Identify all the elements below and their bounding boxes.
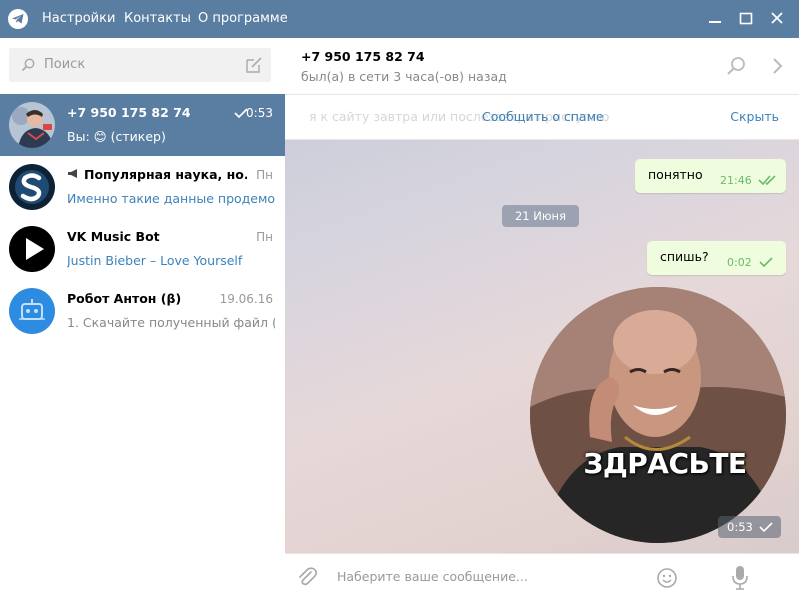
chat-time: Пн xyxy=(256,168,273,182)
chat-preview: Именно такие данные продемо... xyxy=(67,191,275,206)
sidebar: Поиск +7 950 175 82 74 0:53 Вы: 😊 (стике… xyxy=(0,38,286,601)
sticker-time-badge: 0:53 xyxy=(718,516,781,538)
smile-emoji-icon: 😊 xyxy=(93,129,107,144)
message-time: 0:02 xyxy=(727,256,752,269)
chat-name: VK Music Bot xyxy=(67,229,160,244)
report-spam-link[interactable]: Сообщить о спаме xyxy=(482,109,604,124)
message-text: понятно xyxy=(648,167,703,182)
chat-name: Популярная наука, но... xyxy=(67,167,247,182)
chat-item[interactable]: VK Music Bot Пн Justin Bieber – Love You… xyxy=(0,218,285,280)
sticker-image[interactable]: ЗДРАСЬТЕ xyxy=(530,287,786,543)
avatar xyxy=(9,226,55,272)
microphone-icon[interactable] xyxy=(732,565,748,591)
menu-settings[interactable]: Настройки xyxy=(42,11,115,26)
double-check-icon xyxy=(758,175,776,185)
avatar xyxy=(9,102,55,148)
check-icon xyxy=(759,522,773,532)
message-time: 0:53 xyxy=(727,520,753,534)
chat-preview: 1. Скачайте полученный файл (... xyxy=(67,315,275,330)
chat-item[interactable]: Популярная наука, но... Пн Именно такие … xyxy=(0,156,285,218)
spam-bar: я к сайту завтра или послезавтра приступ… xyxy=(285,95,799,140)
chat-time: 19.06.16 xyxy=(219,292,273,306)
chat-item[interactable]: Робот Антон (β) 19.06.16 1. Скачайте пол… xyxy=(0,280,285,342)
check-icon xyxy=(759,257,773,267)
attach-icon[interactable] xyxy=(296,566,318,588)
chat-item[interactable]: +7 950 175 82 74 0:53 Вы: 😊 (стикер) xyxy=(0,94,285,156)
compose-icon[interactable] xyxy=(245,56,263,74)
minimize-button[interactable] xyxy=(705,9,725,29)
message-bubble[interactable]: спишь? 0:02 xyxy=(647,241,786,275)
search-icon xyxy=(21,58,35,72)
menu-about[interactable]: О программе xyxy=(198,11,288,26)
search-field[interactable]: Поиск xyxy=(9,48,271,82)
sticker-caption: ЗДРАСЬТЕ xyxy=(583,447,747,480)
megaphone-icon xyxy=(67,167,84,182)
title-bar: Настройки Контакты О программе xyxy=(0,0,799,38)
chat-preview: Вы: 😊 (стикер) xyxy=(67,129,166,144)
emoji-icon[interactable] xyxy=(656,567,678,589)
maximize-button[interactable] xyxy=(736,9,756,29)
hide-link[interactable]: Скрыть xyxy=(730,109,779,124)
chat-name: +7 950 175 82 74 xyxy=(67,105,191,120)
message-input[interactable]: Наберите ваше сообщение... xyxy=(337,569,528,584)
chat-time: Пн xyxy=(256,230,273,244)
chat-preview: Justin Bieber – Love Yourself xyxy=(67,253,243,268)
close-button[interactable] xyxy=(767,9,787,29)
peer-name[interactable]: +7 950 175 82 74 xyxy=(301,49,425,64)
date-separator: 21 Июня xyxy=(502,205,579,227)
message-bubble[interactable]: понятно 21:46 xyxy=(635,159,786,193)
avatar xyxy=(9,164,55,210)
message-composer: Наберите ваше сообщение... xyxy=(285,553,799,602)
chat-header: +7 950 175 82 74 был(а) в сети 3 часа(-о… xyxy=(285,38,799,95)
peer-status: был(а) в сети 3 часа(-ов) назад xyxy=(301,69,507,84)
telegram-logo-icon xyxy=(8,9,28,29)
menu-contacts[interactable]: Контакты xyxy=(124,11,191,26)
chat-time: 0:53 xyxy=(246,106,273,120)
message-text: спишь? xyxy=(660,249,709,264)
message-time: 21:46 xyxy=(720,174,752,187)
chevron-right-icon[interactable] xyxy=(772,56,784,76)
avatar xyxy=(9,288,55,334)
messages-area[interactable]: я к сайту завтра или послезавтра приступ… xyxy=(285,95,799,553)
search-icon[interactable] xyxy=(726,56,746,76)
search-input[interactable]: Поиск xyxy=(44,57,85,72)
